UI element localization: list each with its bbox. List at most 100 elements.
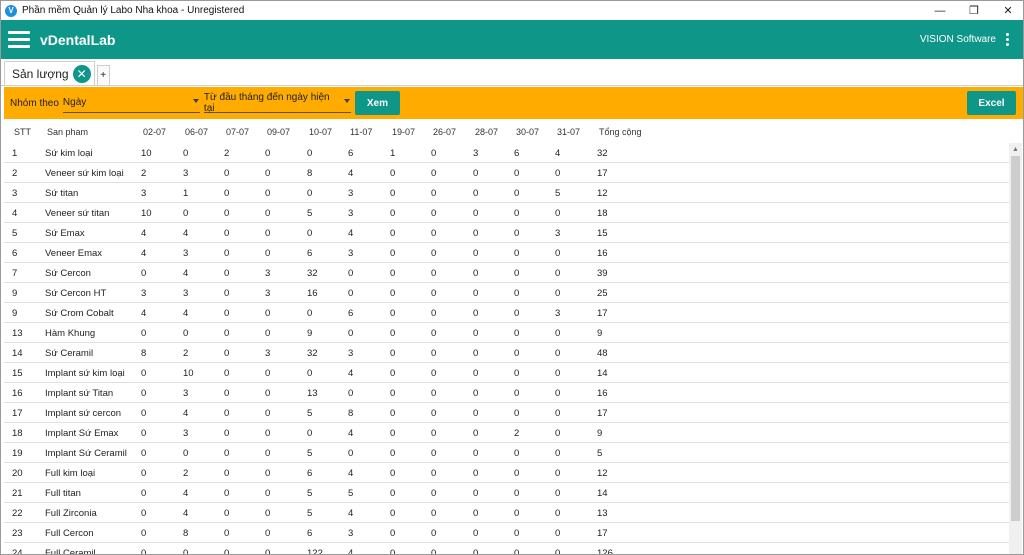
date-range-select[interactable]: Từ đầu tháng đến ngày hiện tại [203,92,351,114]
quantity-cell: 3 [183,288,189,299]
quantity-cell: 0 [473,448,479,459]
table-row[interactable]: 7 Sứ Cercon 0 4 0 3 32 0 0 0 0 0 0 39 [4,263,1009,283]
column-header[interactable]: Tổng cộng [599,127,642,137]
table-row[interactable]: 22 Full Zirconia 0 4 0 0 5 4 0 0 0 0 0 13 [4,503,1009,523]
row-number: 5 [12,228,18,239]
quantity-cell: 13 [307,388,318,399]
quantity-cell: 3 [183,248,189,259]
table-row[interactable]: 4 Veneer sứ titan 10 0 0 0 5 3 0 0 0 0 0 18 [4,203,1009,223]
vertical-scrollbar[interactable]: ▲ [1009,143,1022,554]
scrollbar-thumb[interactable] [1011,156,1020,521]
column-header[interactable]: 11-07 [350,127,372,137]
scroll-up-icon[interactable]: ▲ [1009,143,1022,155]
column-header[interactable]: 19-07 [392,127,415,137]
quantity-cell: 0 [514,208,520,219]
quantity-cell: 0 [514,488,520,499]
table-row[interactable]: 19 Implant Sứ Ceramil 0 0 0 0 5 0 0 0 0 0 0 5 [4,443,1009,463]
filter-bar: Nhóm theo Ngày Từ đầu tháng đến ngày hiệ… [4,87,1023,119]
table-row[interactable]: 6 Veneer Emax 4 3 0 0 6 3 0 0 0 0 0 16 [4,243,1009,263]
minimize-button[interactable]: — [925,1,955,20]
quantity-cell: 17 [597,168,608,179]
row-number: 14 [12,348,23,359]
view-button[interactable]: Xem [354,91,400,115]
quantity-cell: 0 [265,368,271,379]
table-row[interactable]: 13 Hàm Khung 0 0 0 0 9 0 0 0 0 0 0 9 [4,323,1009,343]
column-header[interactable]: 02-07 [143,127,166,137]
table-row[interactable]: 21 Full titan 0 4 0 0 5 5 0 0 0 0 0 14 [4,483,1009,503]
export-excel-button[interactable]: Excel [967,91,1016,115]
table-row[interactable]: 9 Sứ Cercon HT 3 3 0 3 16 0 0 0 0 0 0 25 [4,283,1009,303]
quantity-cell: 0 [555,548,561,554]
close-tab-icon[interactable]: ✕ [72,64,91,83]
quantity-cell: 0 [431,208,437,219]
column-header[interactable]: San pham [47,127,88,137]
quantity-cell: 5 [307,488,313,499]
table-row[interactable]: 16 Implant sứ Titan 0 3 0 0 13 0 0 0 0 0 0 16 [4,383,1009,403]
row-number: 4 [12,208,18,219]
column-header[interactable]: 28-07 [475,127,498,137]
tab-san-luong[interactable]: Sản lượng ✕ [4,61,95,85]
column-header[interactable]: 30-07 [516,127,539,137]
quantity-cell: 5 [307,448,313,459]
quantity-cell: 0 [265,508,271,519]
quantity-cell: 32 [307,348,318,359]
table-body[interactable]: 1 Sứ kim loại 10 0 2 0 0 6 1 0 3 6 4 32 2 Veneer sứ kim… [4,143,1009,554]
row-number: 23 [12,528,23,539]
table-row[interactable]: 9 Sứ Crom Cobalt 4 4 0 0 0 6 0 0 0 0 3 17 [4,303,1009,323]
column-header[interactable]: 07-07 [226,127,249,137]
column-header[interactable]: 26-07 [433,127,456,137]
row-number: 9 [12,288,18,299]
column-header[interactable]: 06-07 [185,127,208,137]
quantity-cell: 0 [348,288,354,299]
quantity-cell: 0 [514,408,520,419]
product-name: Veneer sứ kim loại [45,168,124,179]
column-header[interactable]: 31-07 [557,127,580,137]
quantity-cell: 0 [514,468,520,479]
window-titlebar: V Phần mềm Quản lý Labo Nha khoa - Unreg… [1,1,1023,20]
product-name: Implant Sứ Emax [45,428,119,439]
product-name: Full titan [45,488,81,499]
quantity-cell: 4 [141,228,147,239]
close-window-button[interactable]: ✕ [993,1,1023,20]
restore-button[interactable]: ❐ [959,1,989,20]
quantity-cell: 0 [473,508,479,519]
quantity-cell: 12 [597,468,608,479]
quantity-cell: 4 [348,508,354,519]
table-row[interactable]: 1 Sứ kim loại 10 0 2 0 0 6 1 0 3 6 4 32 [4,143,1009,163]
row-number: 6 [12,248,18,259]
table-row[interactable]: 14 Sứ Ceramil 8 2 0 3 32 3 0 0 0 0 0 48 [4,343,1009,363]
row-number: 18 [12,428,23,439]
table-row[interactable]: 5 Sứ Emax 4 4 0 0 0 4 0 0 0 0 3 15 [4,223,1009,243]
add-tab-button[interactable]: + [96,65,110,85]
column-header[interactable]: 10-07 [309,127,332,137]
table-row[interactable]: 24 Full Ceramil 0 0 0 0 122 4 0 0 0 0 0 126 [4,543,1009,554]
quantity-cell: 4 [555,148,561,159]
column-header[interactable]: 09-07 [267,127,290,137]
quantity-cell: 0 [473,408,479,419]
table-row[interactable]: 17 Implant sứ cercon 0 4 0 0 5 8 0 0 0 0 0 17 [4,403,1009,423]
quantity-cell: 3 [141,188,147,199]
quantity-cell: 0 [431,368,437,379]
more-options-icon[interactable] [1006,33,1010,46]
table-row[interactable]: 23 Full Cercon 0 8 0 0 6 3 0 0 0 0 0 17 [4,523,1009,543]
quantity-cell: 0 [555,488,561,499]
menu-icon[interactable] [8,31,30,48]
table-row[interactable]: 3 Sứ titan 3 1 0 0 0 3 0 0 0 0 5 12 [4,183,1009,203]
column-header[interactable]: STT [14,127,31,137]
quantity-cell: 2 [183,468,189,479]
table-row[interactable]: 18 Implant Sứ Emax 0 3 0 0 0 4 0 0 0 2 0 9 [4,423,1009,443]
quantity-cell: 0 [514,328,520,339]
product-name: Sứ titan [45,188,79,199]
table-row[interactable]: 15 Implant sứ kim loại 0 10 0 0 0 4 0 0 0 0 0 14 [4,363,1009,383]
quantity-cell: 0 [265,448,271,459]
group-by-select[interactable]: Ngày [62,93,200,113]
quantity-cell: 0 [348,448,354,459]
quantity-cell: 0 [390,228,396,239]
quantity-cell: 0 [431,148,437,159]
table-row[interactable]: 2 Veneer sứ kim loại 2 3 0 0 8 4 0 0 0 0 0 17 [4,163,1009,183]
table-row[interactable]: 20 Full kim loại 0 2 0 0 6 4 0 0 0 0 0 12 [4,463,1009,483]
quantity-cell: 0 [224,428,230,439]
quantity-cell: 0 [390,168,396,179]
quantity-cell: 0 [473,548,479,554]
quantity-cell: 0 [514,228,520,239]
